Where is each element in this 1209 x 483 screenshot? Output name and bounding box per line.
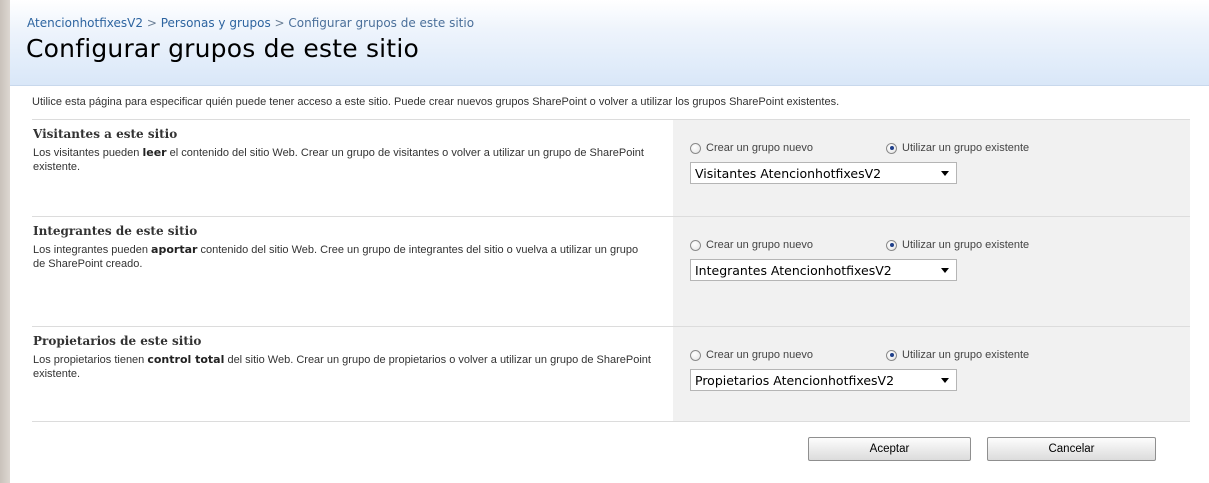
section-text: Los visitantes pueden leer el contenido … bbox=[33, 146, 644, 173]
ok-button[interactable]: Aceptar bbox=[808, 437, 971, 461]
radio-icon[interactable] bbox=[690, 142, 701, 154]
radio-label: Utilizar un grupo existente bbox=[902, 349, 1030, 361]
section-title: Visitantes a este sitio bbox=[33, 127, 178, 141]
chevron-down-icon[interactable] bbox=[941, 171, 949, 176]
section-description: Propietarios de este sitio Los propietar… bbox=[32, 327, 673, 422]
intro-text: Utilice esta página para especificar qui… bbox=[32, 96, 840, 108]
group-select-value: Propietarios AtencionhotfixesV2 bbox=[695, 372, 895, 388]
radio-icon[interactable] bbox=[690, 239, 701, 251]
breadcrumb-site-link[interactable]: AtencionhotfixesV2 bbox=[27, 16, 143, 30]
radio-create-new[interactable]: Crear un grupo nuevo bbox=[690, 348, 813, 362]
section-controls: Crear un grupo nuevo Utilizar un grupo e… bbox=[673, 217, 1190, 327]
breadcrumb-people-link[interactable]: Personas y grupos bbox=[161, 16, 271, 30]
radio-label: Utilizar un grupo existente bbox=[902, 142, 1030, 154]
left-rail bbox=[0, 0, 10, 483]
section-text: Los integrantes pueden aportar contenido… bbox=[33, 243, 639, 270]
radio-label: Utilizar un grupo existente bbox=[902, 239, 1030, 251]
group-select[interactable]: Visitantes AtencionhotfixesV2 bbox=[690, 162, 957, 184]
section-description: Integrantes de este sitio Los integrante… bbox=[32, 217, 673, 327]
footer-divider bbox=[32, 421, 1190, 422]
breadcrumb: AtencionhotfixesV2 > Personas y grupos >… bbox=[27, 16, 474, 30]
radio-checked-icon[interactable] bbox=[886, 239, 897, 251]
radio-create-new[interactable]: Crear un grupo nuevo bbox=[690, 141, 813, 155]
section-description: Visitantes a este sitio Los visitantes p… bbox=[32, 120, 673, 217]
group-select[interactable]: Propietarios AtencionhotfixesV2 bbox=[690, 369, 957, 391]
radio-use-existing[interactable]: Utilizar un grupo existente bbox=[886, 238, 1029, 252]
cancel-button[interactable]: Cancelar bbox=[987, 437, 1156, 461]
breadcrumb-separator: > bbox=[270, 16, 289, 30]
breadcrumb-separator: > bbox=[143, 16, 161, 30]
section-text: Los propietarios tienen control total de… bbox=[33, 353, 651, 380]
section-members: Integrantes de este sitio Los integrante… bbox=[32, 216, 1190, 327]
radio-use-existing[interactable]: Utilizar un grupo existente bbox=[886, 141, 1029, 155]
section-owners: Propietarios de este sitio Los propietar… bbox=[32, 326, 1190, 422]
radio-label: Crear un grupo nuevo bbox=[706, 142, 814, 154]
radio-label: Crear un grupo nuevo bbox=[706, 349, 814, 361]
title-area: AtencionhotfixesV2 > Personas y grupos >… bbox=[10, 0, 1209, 86]
radio-icon[interactable] bbox=[690, 349, 701, 361]
breadcrumb-current: Configurar grupos de este sitio bbox=[288, 16, 475, 30]
section-visitors: Visitantes a este sitio Los visitantes p… bbox=[32, 119, 1190, 217]
chevron-down-icon[interactable] bbox=[941, 268, 949, 273]
page-title: Configurar grupos de este sitio bbox=[26, 34, 419, 63]
section-controls: Crear un grupo nuevo Utilizar un grupo e… bbox=[673, 120, 1190, 217]
chevron-down-icon[interactable] bbox=[941, 378, 949, 383]
group-select-value: Visitantes AtencionhotfixesV2 bbox=[695, 165, 882, 181]
section-title: Propietarios de este sitio bbox=[33, 334, 202, 348]
radio-create-new[interactable]: Crear un grupo nuevo bbox=[690, 238, 813, 252]
radio-checked-icon[interactable] bbox=[886, 142, 897, 154]
radio-checked-icon[interactable] bbox=[886, 349, 897, 361]
radio-use-existing[interactable]: Utilizar un grupo existente bbox=[886, 348, 1029, 362]
section-controls: Crear un grupo nuevo Utilizar un grupo e… bbox=[673, 327, 1190, 422]
section-title: Integrantes de este sitio bbox=[33, 224, 198, 238]
radio-label: Crear un grupo nuevo bbox=[706, 239, 814, 251]
group-select[interactable]: Integrantes AtencionhotfixesV2 bbox=[690, 259, 957, 281]
group-select-value: Integrantes AtencionhotfixesV2 bbox=[695, 262, 892, 278]
